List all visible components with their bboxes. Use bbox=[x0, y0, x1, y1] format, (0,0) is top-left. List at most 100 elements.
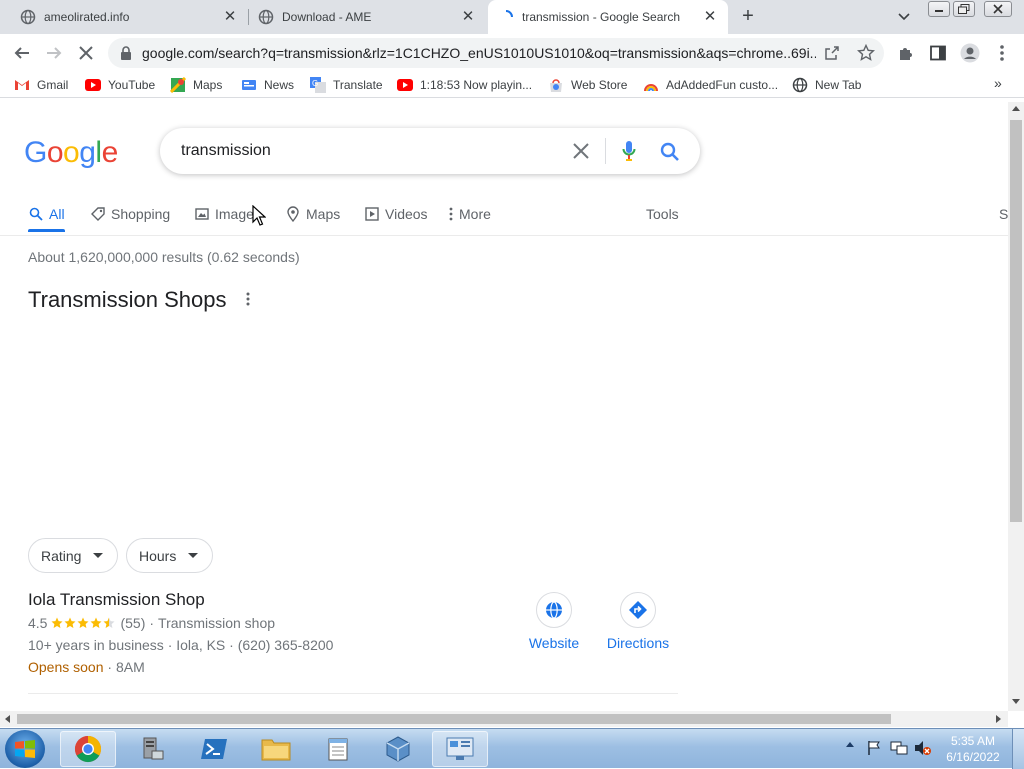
svg-text:G: G bbox=[312, 79, 318, 88]
windows-logo-icon bbox=[15, 740, 35, 758]
logo-letter: G bbox=[24, 136, 47, 169]
tab-images[interactable]: Images bbox=[194, 203, 261, 225]
bookmark-news[interactable]: News bbox=[241, 76, 294, 94]
profile-avatar-icon[interactable] bbox=[959, 42, 981, 64]
server-manager-icon bbox=[143, 737, 164, 760]
minimize-button[interactable] bbox=[928, 1, 950, 17]
vertical-scrollbar[interactable] bbox=[1008, 102, 1024, 711]
bookmark-label: News bbox=[264, 78, 295, 92]
bookmark-star-icon[interactable] bbox=[856, 43, 876, 67]
start-button[interactable] bbox=[5, 730, 45, 768]
taskbar-powershell[interactable] bbox=[186, 731, 242, 767]
search-icon[interactable] bbox=[660, 142, 680, 167]
network-icon[interactable] bbox=[890, 740, 908, 761]
tab-label: Maps bbox=[306, 206, 341, 222]
bookmark-web-store[interactable]: Web Store bbox=[548, 76, 627, 94]
globe-icon bbox=[536, 592, 572, 628]
scroll-right-arrow-icon[interactable] bbox=[996, 715, 1001, 723]
side-panel-icon[interactable] bbox=[927, 42, 949, 64]
scroll-down-arrow-icon[interactable] bbox=[1012, 699, 1020, 704]
horizontal-scrollbar[interactable] bbox=[0, 711, 1008, 727]
tools-button[interactable]: Tools bbox=[646, 203, 679, 225]
loading-spinner-icon bbox=[498, 9, 514, 25]
extensions-puzzle-icon[interactable] bbox=[895, 42, 917, 64]
tab-google-search[interactable]: transmission - Google Search ✕ bbox=[488, 0, 728, 34]
bookmark-gmail[interactable]: Gmail bbox=[14, 76, 68, 94]
bookmark-label: 1:18:53 Now playin... bbox=[420, 78, 533, 92]
clock-time: 5:35 AM bbox=[950, 734, 996, 748]
vertical-scroll-thumb[interactable] bbox=[1010, 120, 1022, 522]
show-desktop-button[interactable] bbox=[1012, 729, 1024, 769]
bookmark-now-playing[interactable]: 1:18:53 Now playin... bbox=[397, 76, 532, 94]
listing-divider bbox=[28, 693, 678, 694]
webstore-icon bbox=[548, 77, 564, 93]
share-icon[interactable] bbox=[824, 45, 840, 66]
tab-maps[interactable]: Maps bbox=[285, 203, 340, 225]
website-button[interactable]: Website bbox=[528, 592, 580, 651]
tab-all[interactable]: All bbox=[28, 203, 65, 225]
stop-loading-icon[interactable] bbox=[75, 42, 97, 64]
star-icon bbox=[103, 617, 115, 628]
address-bar[interactable]: google.com/search?q=transmission&rlz=1C1… bbox=[108, 38, 884, 68]
bookmark-maps[interactable]: Maps bbox=[170, 76, 222, 94]
local-listing[interactable]: Iola Transmission Shop 4.5 (55) · Transm… bbox=[28, 590, 678, 686]
more-options-icon[interactable] bbox=[246, 292, 250, 311]
close-icon[interactable]: ✕ bbox=[460, 9, 476, 25]
tab-title: Download - AME bbox=[282, 10, 372, 24]
bookmark-translate[interactable]: G Translate bbox=[310, 76, 383, 94]
taskbar-chrome[interactable] bbox=[60, 731, 116, 767]
taskbar-server-manager[interactable] bbox=[124, 731, 180, 767]
clear-search-icon[interactable] bbox=[572, 142, 590, 165]
scroll-up-arrow-icon[interactable] bbox=[1012, 106, 1020, 111]
directions-button[interactable]: Directions bbox=[606, 592, 670, 651]
system-clock[interactable]: 5:35 AM 6/16/2022 bbox=[940, 733, 1006, 765]
news-icon bbox=[241, 77, 257, 93]
translate-icon: G bbox=[310, 77, 326, 93]
back-arrow-icon[interactable] bbox=[11, 42, 33, 64]
taskbar-notepad[interactable] bbox=[310, 731, 366, 767]
scroll-left-arrow-icon[interactable] bbox=[5, 715, 10, 723]
tab-shopping[interactable]: Shopping bbox=[90, 203, 170, 225]
listing-details: 10+ years in business · Iola, KS · (620)… bbox=[28, 637, 334, 653]
chrome-menu-icon[interactable] bbox=[991, 42, 1013, 64]
show-hidden-icons-arrow-icon[interactable] bbox=[846, 742, 854, 747]
bookmark-youtube[interactable]: YouTube bbox=[85, 76, 155, 94]
bookmark-label: YouTube bbox=[108, 78, 156, 92]
listing-name[interactable]: Iola Transmission Shop bbox=[28, 590, 205, 610]
close-icon[interactable]: ✕ bbox=[702, 9, 718, 25]
google-logo[interactable]: Google bbox=[24, 136, 118, 170]
bookmark-adaddedfun[interactable]: AdAddedFun custo... bbox=[643, 76, 778, 94]
bookmark-label: Web Store bbox=[571, 78, 628, 92]
taskbar-explorer[interactable] bbox=[248, 731, 304, 767]
restore-button[interactable] bbox=[953, 1, 975, 17]
logo-letter: e bbox=[101, 136, 119, 169]
forward-arrow-icon[interactable] bbox=[43, 42, 65, 64]
safesearch-cut-off[interactable]: S bbox=[999, 203, 1008, 225]
bookmark-new-tab[interactable]: New Tab bbox=[792, 76, 861, 94]
map-area[interactable] bbox=[28, 324, 678, 524]
action-center-flag-icon[interactable] bbox=[866, 740, 882, 761]
tab-search-chevron-icon[interactable] bbox=[896, 8, 912, 24]
tab-videos[interactable]: Videos bbox=[364, 203, 428, 225]
bookmarks-overflow-icon[interactable]: » bbox=[994, 75, 1002, 91]
close-window-button[interactable] bbox=[984, 1, 1012, 17]
new-tab-button[interactable]: + bbox=[738, 6, 758, 26]
hours-filter-chip[interactable]: Hours bbox=[126, 538, 214, 573]
taskbar-virtualbox[interactable] bbox=[370, 731, 426, 767]
search-input[interactable]: transmission bbox=[181, 142, 271, 160]
listing-hours: Opens soon · 8AM bbox=[28, 659, 145, 675]
volume-muted-icon[interactable] bbox=[914, 740, 932, 761]
tab-ameolirated[interactable]: ameolirated.info ✕ bbox=[0, 0, 248, 34]
close-icon[interactable]: ✕ bbox=[222, 9, 238, 25]
tab-download-ame[interactable]: Download - AME ✕ bbox=[238, 0, 486, 34]
rating-filter-chip[interactable]: Rating bbox=[28, 538, 119, 573]
tab-label: All bbox=[49, 206, 65, 222]
windows-taskbar: 5:35 AM 6/16/2022 bbox=[0, 728, 1024, 769]
tab-title: transmission - Google Search bbox=[522, 10, 681, 24]
horizontal-scroll-thumb[interactable] bbox=[17, 714, 891, 724]
microphone-icon[interactable] bbox=[622, 140, 636, 167]
taskbar-control-panel[interactable] bbox=[432, 731, 488, 767]
play-icon bbox=[364, 206, 380, 222]
tab-more[interactable]: More bbox=[447, 203, 491, 225]
search-box[interactable]: transmission bbox=[160, 128, 700, 174]
